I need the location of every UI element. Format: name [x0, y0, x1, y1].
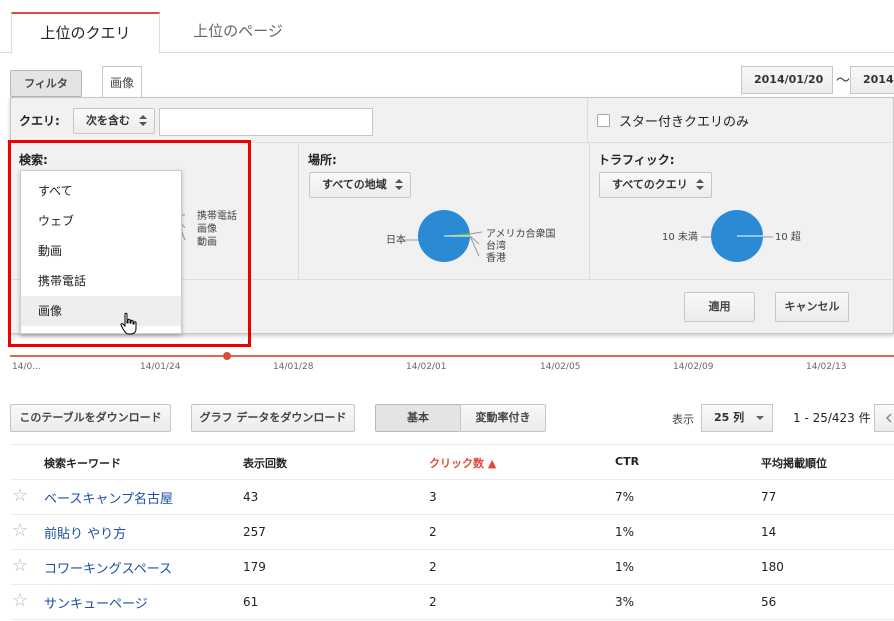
divider	[587, 98, 588, 143]
clicks-cell: 2	[429, 595, 437, 609]
location-pie-label-usa: アメリカ合衆国	[486, 229, 556, 240]
keyword-link[interactable]: コワーキングスペース	[44, 558, 172, 577]
keyword-link[interactable]: ベースキャンプ名古屋	[44, 488, 173, 507]
change-view-button[interactable]: 変動率付き	[460, 404, 546, 432]
query-match-select[interactable]: 次を含む	[73, 108, 155, 134]
ctr-cell: 1%	[615, 560, 635, 574]
table-row: ☆ ベースキャンプ名古屋 43 3 7% 77	[10, 480, 894, 515]
location-pie-label-taiwan: 台湾	[486, 241, 506, 252]
apply-button[interactable]: 適用	[684, 292, 755, 322]
chevron-left-icon	[885, 413, 892, 423]
tab-top-pages[interactable]: 上位のページ	[168, 12, 308, 54]
impressions-cell: 179	[243, 560, 266, 574]
table-header: 検索キーワード 表示回数 クリック数 ▲ CTR 平均掲載順位	[10, 444, 894, 480]
query-input[interactable]	[159, 108, 373, 136]
download-chart-button[interactable]: グラフ データをダウンロード	[191, 404, 355, 432]
clicks-cell: 2	[429, 525, 437, 539]
show-label: 表示	[672, 413, 694, 426]
traffic-value: すべてのクエリ	[612, 178, 688, 191]
date-end-button[interactable]: 2014/0	[850, 66, 894, 94]
star-icon[interactable]: ☆	[12, 485, 28, 506]
tab-bar: 上位のクエリ 上位のページ	[0, 0, 894, 54]
query-label: クエリ:	[19, 114, 60, 128]
impressions-cell: 43	[243, 490, 259, 504]
table-row: ☆ コワーキングスペース 179 2 1% 180	[10, 550, 894, 585]
column-header-position[interactable]: 平均掲載順位	[761, 455, 827, 471]
column-header-clicks[interactable]: クリック数 ▲	[429, 455, 496, 471]
download-table-button[interactable]: このテーブルをダウンロード	[10, 404, 171, 432]
divider	[298, 143, 299, 279]
star-icon[interactable]: ☆	[12, 520, 28, 541]
timeline-tick: 14/02/13	[806, 362, 847, 372]
select-arrows-icon	[696, 179, 704, 191]
position-cell: 77	[761, 490, 777, 504]
pagination-text: 1 - 25/423 件	[793, 411, 871, 425]
star-icon[interactable]: ☆	[12, 590, 28, 611]
previous-page-button[interactable]	[874, 404, 894, 432]
basic-view-button[interactable]: 基本	[375, 404, 461, 432]
position-cell: 56	[761, 595, 777, 609]
column-header-keyword[interactable]: 検索キーワード	[44, 455, 121, 471]
timeline-tick: 14/02/05	[540, 362, 581, 372]
timeline-tick: 14/02/01	[406, 362, 447, 372]
keyword-link[interactable]: サンキューページ	[44, 593, 148, 612]
impressions-cell: 61	[243, 595, 259, 609]
column-header-impressions[interactable]: 表示回数	[243, 455, 287, 471]
date-separator: 〜	[836, 73, 850, 89]
select-arrows-icon	[395, 179, 403, 191]
traffic-pie-label-under-10: 10 未満	[662, 232, 698, 243]
date-start-label: 2014/01/20	[754, 73, 824, 86]
query-filter-row: クエリ: 次を含む スター付きクエリのみ	[11, 98, 893, 143]
chevron-down-icon	[756, 416, 764, 420]
traffic-pie-label-over-10: 10 超	[775, 232, 801, 243]
rows-per-page-select[interactable]: 25 列	[701, 404, 773, 432]
timeline-line	[10, 355, 894, 357]
location-select[interactable]: すべての地域	[309, 172, 411, 198]
rows-per-page-value: 25 列	[714, 411, 745, 424]
timeline-tick: 14/02/09	[673, 362, 714, 372]
filter-button[interactable]: フィルタ	[10, 70, 82, 97]
query-match-value: 次を含む	[86, 114, 130, 127]
table-row: ☆ サンキューページ 61 2 3% 56	[10, 585, 894, 620]
table-row: ☆ 前貼り やり方 257 2 1% 14	[10, 515, 894, 550]
keyword-link[interactable]: 前貼り やり方	[44, 523, 126, 542]
traffic-pie-chart	[701, 210, 773, 262]
cancel-button[interactable]: キャンセル	[775, 292, 849, 322]
position-cell: 14	[761, 525, 777, 539]
position-cell: 180	[761, 560, 784, 574]
starred-only-checkbox[interactable]	[597, 114, 610, 127]
clicks-cell: 3	[429, 490, 437, 504]
location-value: すべての地域	[322, 178, 387, 191]
location-pie-label-hongkong: 香港	[486, 253, 506, 264]
column-header-ctr[interactable]: CTR	[615, 455, 639, 468]
select-arrows-icon	[139, 115, 147, 127]
date-start-button[interactable]: 2014/01/20	[741, 66, 833, 108]
highlight-box	[8, 140, 251, 347]
tab-top-queries[interactable]: 上位のクエリ	[11, 12, 160, 54]
traffic-label: トラフィック:	[598, 153, 675, 167]
location-pie-label-japan: 日本	[386, 235, 406, 246]
clicks-cell: 2	[429, 560, 437, 574]
ctr-cell: 3%	[615, 595, 635, 609]
traffic-select[interactable]: すべてのクエリ	[599, 172, 712, 198]
star-icon[interactable]: ☆	[12, 555, 28, 576]
timeline-tick: 14/01/24	[140, 362, 181, 372]
image-filter-chip[interactable]: 画像	[102, 66, 142, 98]
ctr-cell: 7%	[615, 490, 635, 504]
impressions-cell: 257	[243, 525, 266, 539]
timeline-marker[interactable]	[223, 352, 231, 360]
timeline-tick: 14/0...	[12, 362, 41, 372]
location-label: 場所:	[308, 153, 337, 167]
starred-only-label: スター付きクエリのみ	[619, 115, 750, 130]
divider	[589, 143, 590, 279]
timeline-tick: 14/01/28	[273, 362, 314, 372]
ctr-cell: 1%	[615, 525, 635, 539]
